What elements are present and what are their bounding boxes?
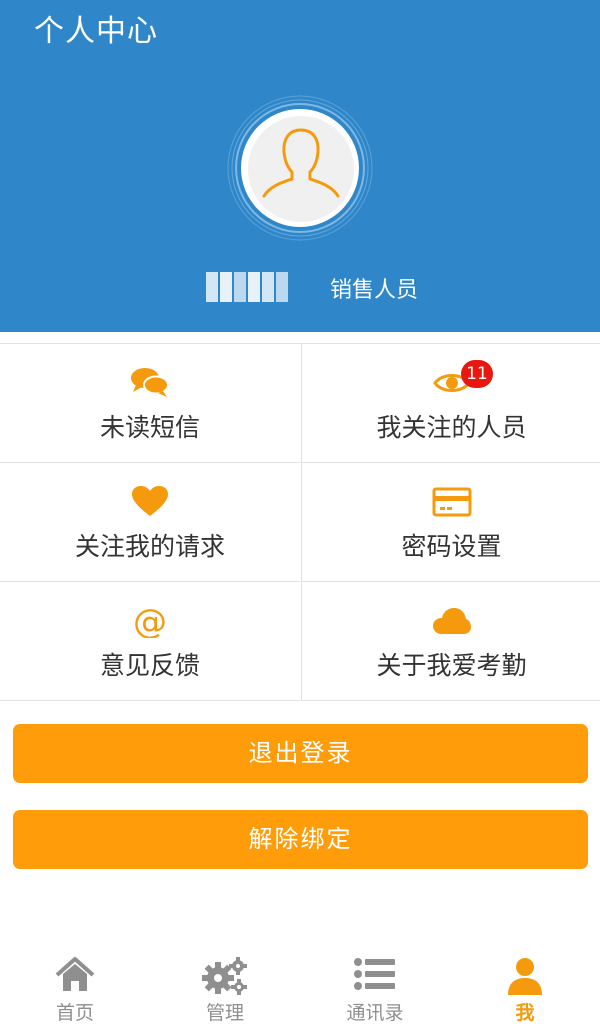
tab-home[interactable]: 首页: [0, 948, 150, 1028]
at-sign-icon: @: [133, 604, 167, 638]
list-icon: [354, 958, 395, 990]
tab-manage[interactable]: 管理: [150, 948, 300, 1028]
home-icon: [55, 957, 95, 991]
chat-bubbles-icon: [131, 368, 169, 397]
profile-header: 个人中心 销售人员: [0, 0, 600, 332]
menu-item-about[interactable]: 关于我爱考勤: [301, 582, 600, 701]
svg-text:@: @: [133, 604, 167, 638]
menu-item-follow-requests[interactable]: 关注我的请求: [0, 463, 300, 582]
menu-item-label: 密码设置: [401, 532, 502, 561]
tab-me[interactable]: 我: [450, 948, 600, 1028]
gears-icon: [202, 957, 247, 995]
menu-item-feedback[interactable]: @ 意见反馈: [0, 582, 300, 701]
menu-item-label: 关于我爱考勤: [376, 651, 527, 680]
notification-badge: 11: [461, 360, 493, 388]
user-name-blurred: [206, 272, 292, 302]
menu-item-unread-sms[interactable]: 未读短信: [0, 344, 300, 463]
tab-label: 我: [515, 1002, 535, 1024]
menu-item-password-settings[interactable]: 密码设置: [301, 463, 600, 582]
avatar[interactable]: [248, 116, 354, 222]
page-title: 个人中心: [34, 14, 158, 49]
tab-label: 通讯录: [346, 1002, 404, 1024]
person-icon: [508, 958, 542, 995]
menu-item-label: 意见反馈: [99, 651, 200, 680]
menu-item-label: 我关注的人员: [376, 413, 527, 442]
tab-label: 管理: [205, 1002, 244, 1024]
menu-grid: 未读短信 11 我关注的人员 关注我的请求 密码设置 @ 意见反馈 关于我爱考勤: [0, 343, 600, 701]
bottom-tab-bar: 首页 管理 通讯录 我: [0, 948, 600, 1028]
user-silhouette-icon: [262, 128, 340, 198]
logout-button[interactable]: 退出登录: [13, 724, 588, 783]
tab-label: 首页: [55, 1002, 94, 1024]
heart-icon: [132, 486, 168, 516]
menu-item-label: 未读短信: [99, 413, 200, 442]
menu-item-followed-people[interactable]: 11 我关注的人员: [301, 344, 600, 463]
tab-contacts[interactable]: 通讯录: [300, 948, 450, 1028]
unbind-button[interactable]: 解除绑定: [13, 810, 588, 869]
user-role: 销售人员: [330, 278, 419, 303]
cloud-icon: [432, 608, 471, 634]
menu-item-label: 关注我的请求: [74, 532, 225, 561]
card-icon: [432, 487, 471, 517]
